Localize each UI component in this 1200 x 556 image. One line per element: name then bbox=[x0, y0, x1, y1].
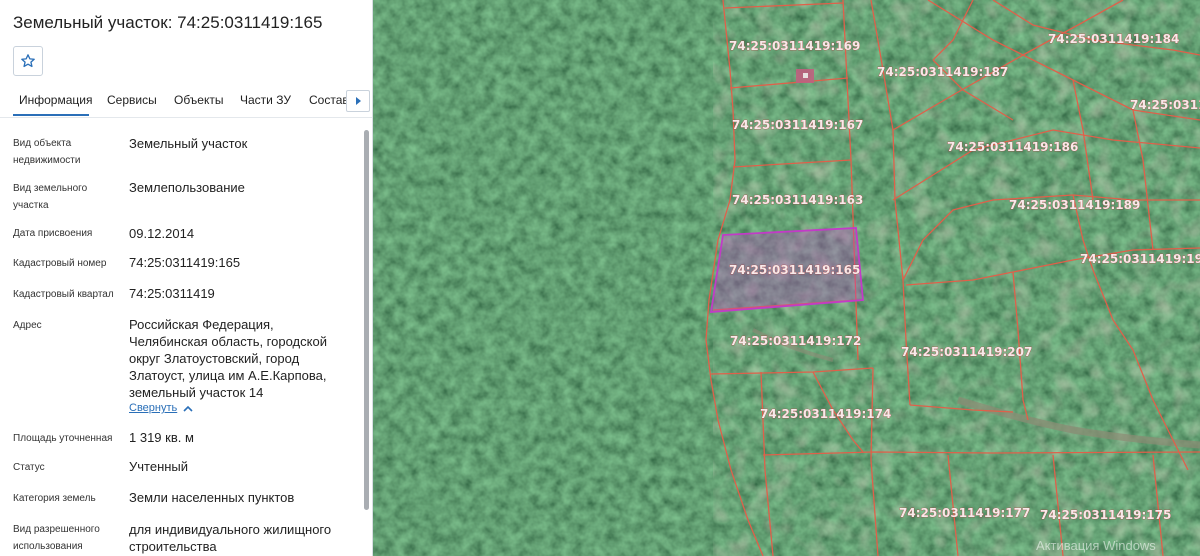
property-label: Вид объекта недвижимости bbox=[13, 138, 81, 166]
property-label: Адрес bbox=[13, 320, 42, 331]
properties-list: Вид объекта недвижимости Земельный участ… bbox=[0, 124, 360, 556]
collapse-link[interactable]: Свернуть bbox=[129, 402, 193, 414]
tab-composition[interactable]: Состав bbox=[309, 93, 349, 107]
tab-information[interactable]: Информация bbox=[19, 93, 92, 107]
tab-objects[interactable]: Объекты bbox=[174, 93, 224, 107]
property-value: 74:25:0311419 bbox=[129, 286, 215, 301]
star-icon bbox=[21, 54, 35, 68]
parcel-label: 74:25:0311419:185 bbox=[1130, 98, 1200, 112]
parcel-label: 74:25:0311419:175 bbox=[1040, 508, 1171, 522]
property-label: Кадастровый квартал bbox=[13, 289, 114, 300]
scrollbar-thumb[interactable] bbox=[364, 130, 369, 510]
chevron-up-icon bbox=[183, 405, 193, 412]
property-value: 09.12.2014 bbox=[129, 226, 195, 241]
parcel-label: 74:25:0311419:184 bbox=[1048, 32, 1179, 46]
chevron-right-icon bbox=[356, 97, 361, 105]
active-tab-indicator bbox=[13, 114, 89, 116]
parcel-label: 74:25:0311419:174 bbox=[760, 407, 891, 421]
parcel-label: 74:25:0311419:172 bbox=[730, 334, 861, 348]
os-activation-watermark: Активация Windows bbox=[1036, 538, 1156, 553]
parcel-label: 74:25:0311419:189 bbox=[1009, 198, 1140, 212]
info-panel: Земельный участок: 74:25:0311419:165 Инф… bbox=[0, 0, 373, 556]
property-value: Учтенный bbox=[129, 459, 189, 474]
parcel-label: 74:25:0311419:167 bbox=[732, 118, 863, 132]
map-view[interactable]: 74:25:0311419:169 74:25:0311419:184 74:2… bbox=[373, 0, 1200, 556]
property-label: Вид земельного участка bbox=[13, 183, 88, 211]
parcel-label: 74:25:0311419:207 bbox=[901, 345, 1032, 359]
house-window bbox=[803, 73, 808, 78]
property-label: Категория земель bbox=[13, 493, 96, 504]
panel-scrollbar[interactable] bbox=[363, 124, 370, 556]
property-label: Площадь уточненная bbox=[13, 433, 113, 444]
parcel-label: 74:25:0311419:194 bbox=[1080, 252, 1200, 266]
parcel-label: 74:25:0311419:163 bbox=[732, 193, 863, 207]
parcel-label: 74:25:0311419:169 bbox=[729, 39, 860, 53]
tabs-scroll-right-button[interactable] bbox=[346, 90, 370, 112]
collapse-label: Свернуть bbox=[129, 402, 178, 414]
property-value: 1 319 кв. м bbox=[129, 430, 194, 445]
satellite-map[interactable]: 74:25:0311419:169 74:25:0311419:184 74:2… bbox=[373, 0, 1200, 556]
property-value: Земельный участок bbox=[129, 136, 248, 151]
page-title: Земельный участок: 74:25:0311419:165 bbox=[13, 13, 323, 32]
property-label: Статус bbox=[13, 462, 45, 473]
house-marker bbox=[796, 69, 814, 83]
property-value: Землепользование bbox=[129, 180, 245, 195]
property-value: для индивидуального жилищного строительс… bbox=[129, 522, 332, 554]
parcel-label: 74:25:0311419:177 bbox=[899, 506, 1030, 520]
parcel-label: 74:25:0311419:165 bbox=[729, 263, 860, 277]
tab-services[interactable]: Сервисы bbox=[107, 93, 157, 107]
tab-parts[interactable]: Части ЗУ bbox=[240, 93, 291, 107]
property-label: Дата присвоения bbox=[13, 228, 93, 239]
tab-bar: Информация Сервисы Объекты Части ЗУ Сост… bbox=[0, 85, 372, 118]
parcel-label: 74:25:0311419:187 bbox=[877, 65, 1008, 79]
property-value: 74:25:0311419:165 bbox=[129, 255, 241, 270]
favorite-button[interactable] bbox=[13, 46, 43, 76]
property-value: Земли населенных пунктов bbox=[129, 490, 295, 505]
property-label: Вид разрешенного использования bbox=[13, 524, 100, 552]
property-label: Кадастровый номер bbox=[13, 258, 107, 269]
parcel-label: 74:25:0311419:186 bbox=[947, 140, 1078, 154]
address-value: Российская Федерация, Челябинская област… bbox=[129, 317, 327, 400]
